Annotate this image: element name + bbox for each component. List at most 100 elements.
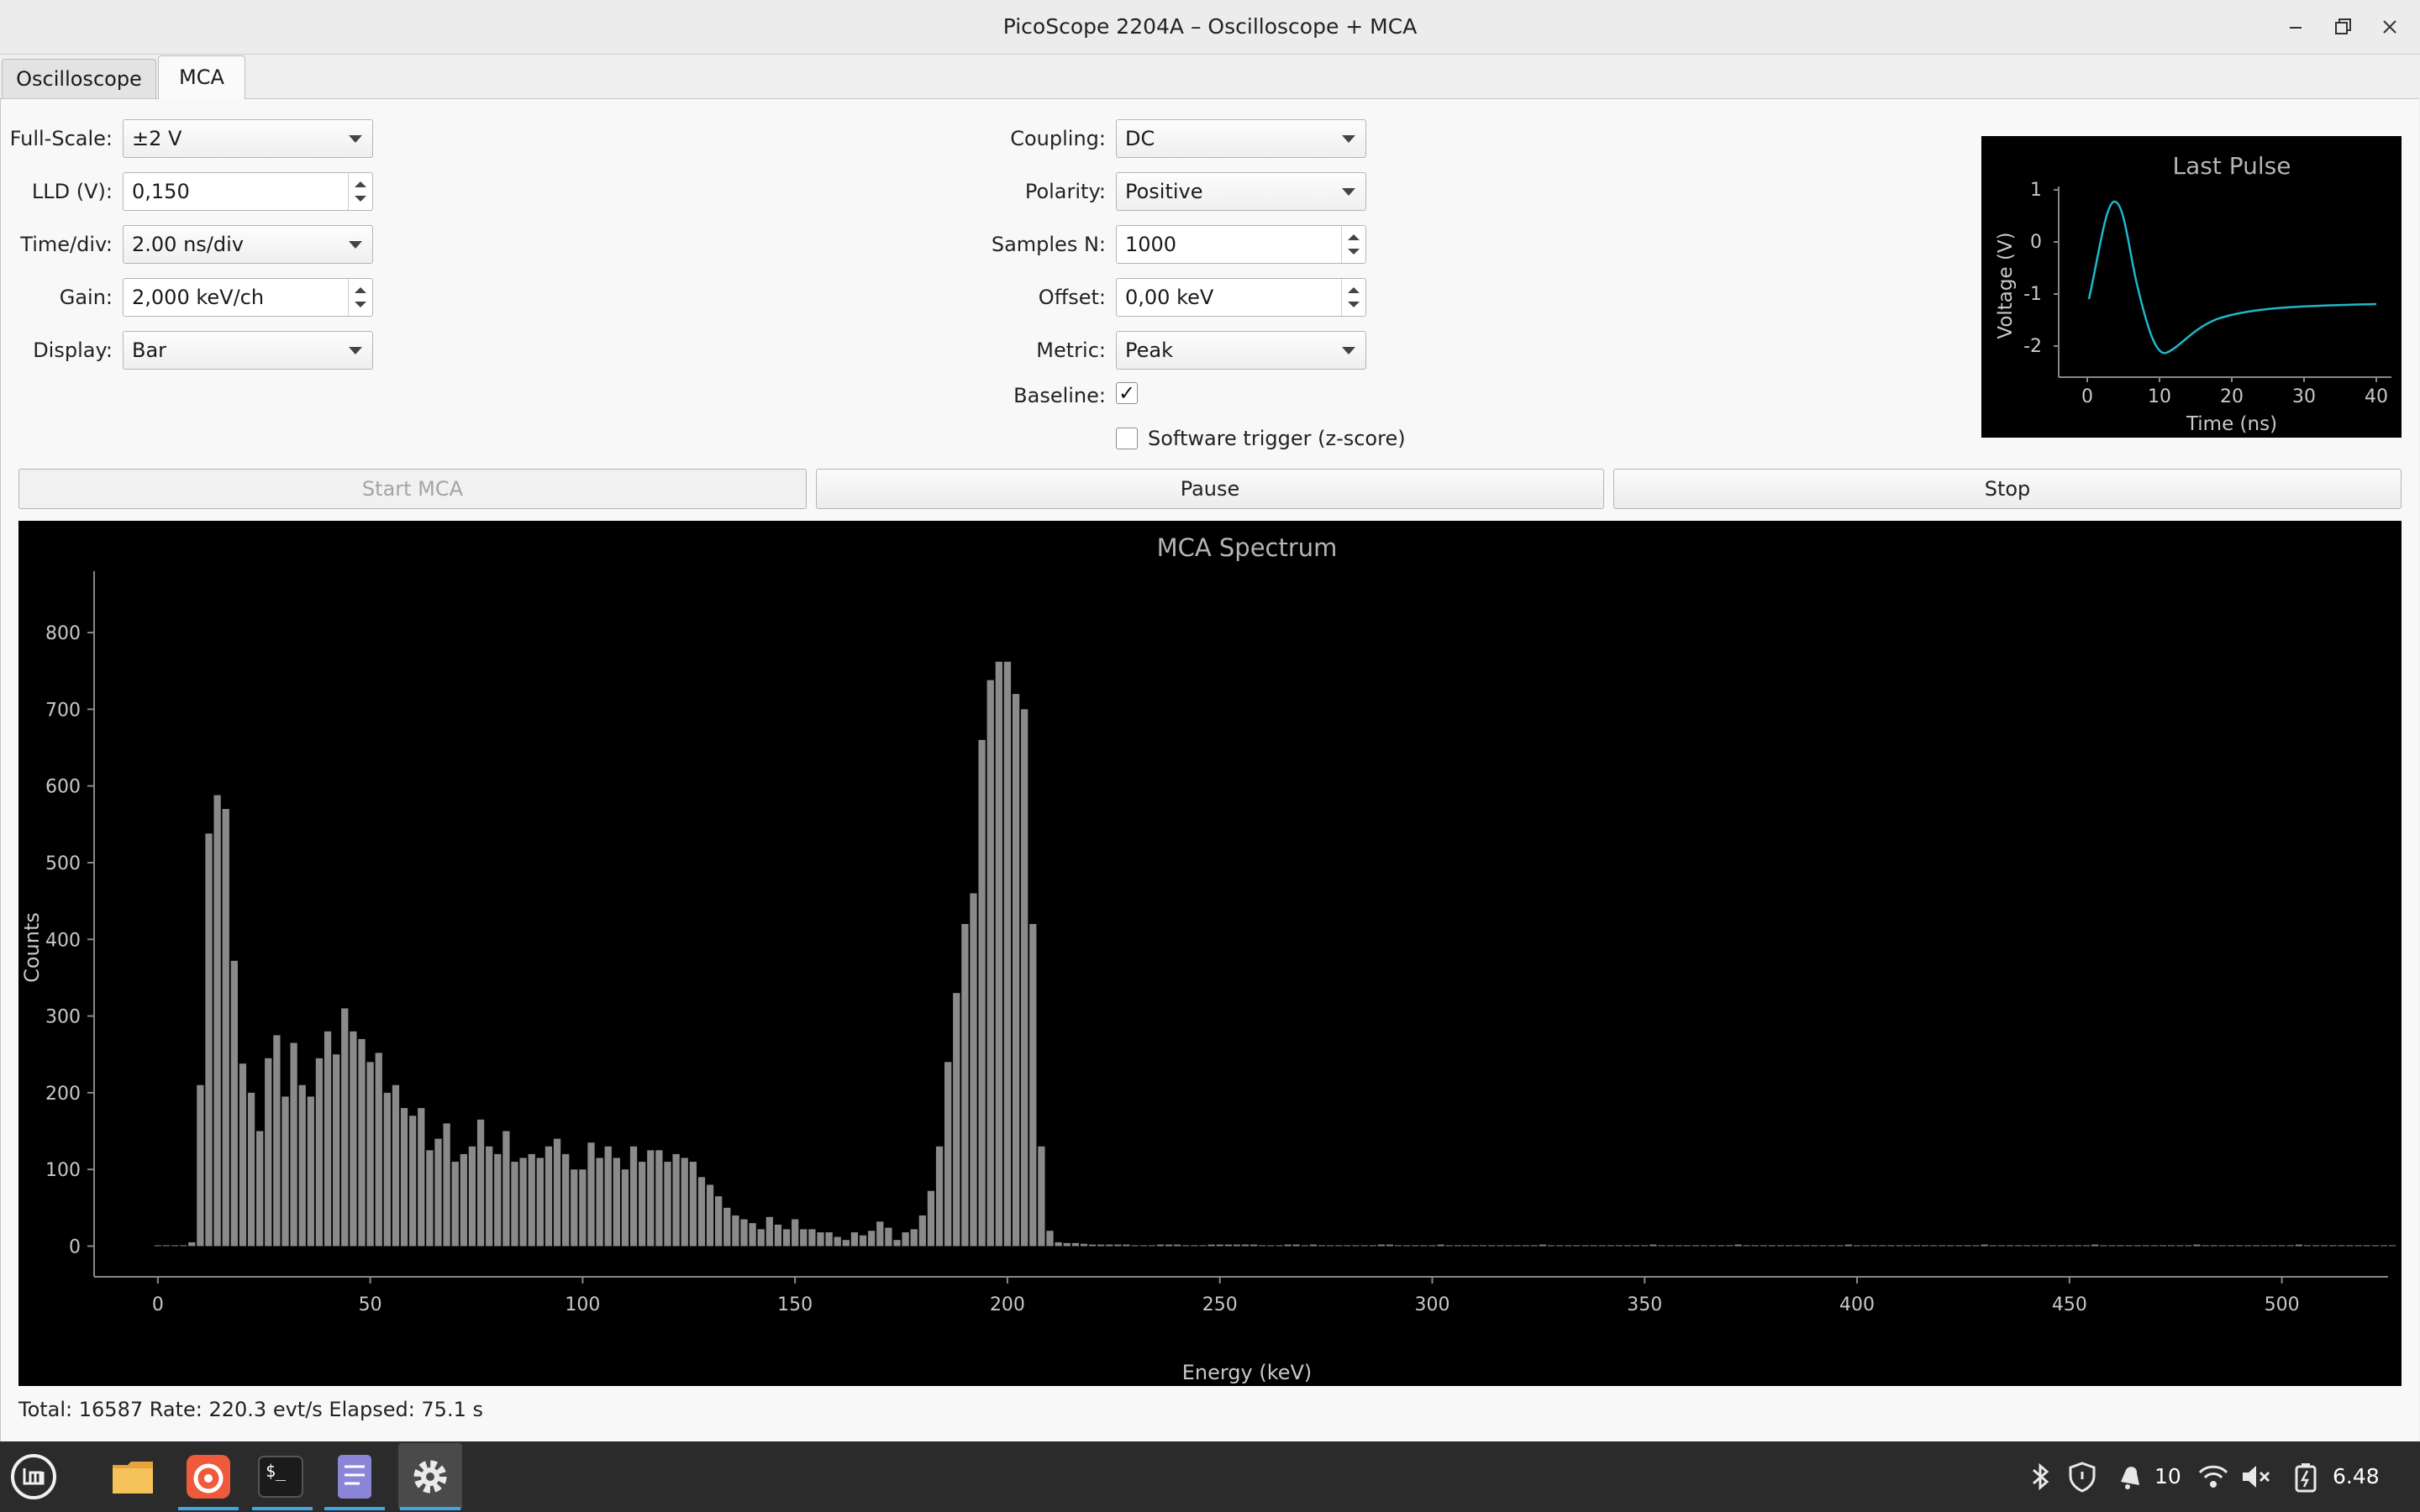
spin-up-icon[interactable]	[1348, 287, 1360, 293]
battery-icon[interactable]	[2289, 1460, 2323, 1494]
spectrum-bar	[2286, 1245, 2294, 1247]
browser-icon[interactable]	[185, 1453, 232, 1500]
wifi-icon[interactable]	[2196, 1460, 2230, 1494]
spectrum-bar	[2133, 1245, 2141, 1247]
spectrum-bar	[1904, 1245, 1912, 1247]
spectrum-bar	[2261, 1245, 2269, 1247]
spectrum-bar	[1470, 1245, 1479, 1247]
spectrum-bar	[1828, 1245, 1835, 1247]
y-tick-label: 300	[45, 1007, 81, 1028]
spectrum-bar	[1394, 1245, 1402, 1247]
polarity-select[interactable]: Positive	[1116, 172, 1366, 211]
x-tick-label: 50	[359, 1294, 382, 1315]
pulse-y-axis-label: Voltage (V)	[1995, 232, 2017, 339]
time-div-select[interactable]: 2.00 ns/div	[123, 225, 373, 264]
tab-oscilloscope[interactable]: Oscilloscope	[2, 59, 156, 99]
spectrum-bar	[1513, 1245, 1521, 1247]
software-trigger-checkbox[interactable]	[1116, 428, 1138, 449]
display-select[interactable]: Bar	[123, 331, 373, 370]
pulse-trace	[2087, 200, 2377, 354]
pulse-ytick-label: 1	[2030, 180, 2042, 201]
spectrum-bar	[2253, 1245, 2260, 1247]
pulse-xtick-label: 40	[2365, 386, 2388, 407]
spectrum-bar	[902, 1232, 909, 1247]
tab-mca[interactable]: MCA	[158, 55, 245, 99]
spin-up-icon[interactable]	[355, 181, 366, 187]
spectrum-bar	[1063, 1242, 1071, 1247]
gain-spinbox[interactable]: 2,000 keV/ch	[123, 278, 373, 317]
spin-down-icon[interactable]	[355, 196, 366, 202]
shield-icon[interactable]	[2065, 1460, 2099, 1494]
active-indicator	[252, 1507, 313, 1510]
stop-button[interactable]: Stop	[1613, 469, 2402, 509]
files-icon[interactable]	[109, 1453, 156, 1500]
spectrum-bar	[1191, 1245, 1198, 1247]
terminal-icon[interactable]: $_	[257, 1453, 304, 1500]
spin-buttons[interactable]	[348, 279, 372, 316]
spectrum-bar	[1428, 1245, 1436, 1247]
spectrum-bar	[1080, 1243, 1088, 1247]
full-scale-select[interactable]: ±2 V	[123, 119, 373, 158]
spectrum-bar	[2312, 1245, 2320, 1247]
close-icon[interactable]	[2376, 13, 2403, 40]
text-editor-icon[interactable]	[331, 1453, 378, 1500]
spin-up-icon[interactable]	[355, 287, 366, 293]
pulse-xtick-label: 0	[2081, 386, 2093, 407]
pause-button[interactable]: Pause	[816, 469, 1604, 509]
spin-down-icon[interactable]	[355, 302, 366, 307]
spectrum-bar	[383, 1092, 391, 1247]
spectrum-bar	[2235, 1245, 2244, 1247]
spectrum-bar	[2049, 1245, 2056, 1247]
spectrum-bar	[1870, 1245, 1878, 1247]
spin-up-icon[interactable]	[1348, 234, 1360, 240]
menu-icon[interactable]	[10, 1453, 57, 1500]
spin-down-icon[interactable]	[1348, 302, 1360, 307]
spectrum-bar	[1547, 1245, 1555, 1247]
start-mca-button[interactable]: Start MCA	[18, 469, 807, 509]
polarity-value: Positive	[1125, 180, 1203, 203]
spectrum-bar	[629, 1146, 638, 1247]
spectrum-bar	[910, 1229, 918, 1247]
spectrum-bar	[2074, 1245, 2082, 1247]
restore-icon[interactable]	[2329, 13, 2356, 40]
samples-spinbox[interactable]: 1000	[1116, 225, 1366, 264]
spectrum-bar	[1633, 1245, 1640, 1247]
samples-label: Samples N:	[991, 233, 1106, 256]
spectrum-bar	[1276, 1245, 1283, 1247]
spectrum-bar	[400, 1108, 408, 1247]
baseline-checkbox[interactable]: ✓	[1116, 382, 1138, 404]
settings-icon[interactable]	[407, 1453, 454, 1500]
metric-select[interactable]: Peak	[1116, 331, 1366, 370]
spin-buttons[interactable]	[348, 173, 372, 210]
spectrum-bar	[1939, 1245, 1946, 1247]
bluetooth-icon[interactable]	[2023, 1460, 2057, 1494]
offset-spinbox[interactable]: 0,00 keV	[1116, 278, 1366, 317]
spectrum-bar	[1776, 1245, 1785, 1247]
spin-buttons[interactable]	[1341, 279, 1365, 316]
spectrum-bar	[2321, 1245, 2328, 1247]
spectrum-bar	[375, 1053, 382, 1247]
spectrum-bar	[697, 1177, 706, 1247]
lld-spinbox[interactable]: 0,150	[123, 172, 373, 211]
spectrum-bar	[1309, 1244, 1318, 1247]
spin-buttons[interactable]	[1341, 226, 1365, 263]
y-tick-label: 0	[69, 1236, 81, 1257]
coupling-select[interactable]: DC	[1116, 119, 1366, 158]
polarity-label: Polarity:	[1024, 180, 1106, 203]
notification-icon[interactable]	[2114, 1460, 2148, 1494]
spin-down-icon[interactable]	[1348, 249, 1360, 255]
minimize-icon[interactable]	[2282, 13, 2309, 40]
spectrum-bar	[1912, 1245, 1920, 1247]
spectrum-bar	[1811, 1245, 1818, 1247]
spectrum-bar	[443, 1123, 450, 1247]
display-label: Display:	[33, 339, 113, 362]
spectrum-bar	[1216, 1244, 1223, 1247]
spectrum-bar	[2125, 1245, 2133, 1247]
x-tick-label: 0	[152, 1294, 164, 1315]
spectrum-bar	[1819, 1245, 1827, 1247]
spectrum-bar	[528, 1153, 535, 1247]
spectrum-bar	[2244, 1245, 2252, 1247]
clock: 6.48	[2333, 1464, 2380, 1488]
spectrum-bar	[2303, 1245, 2312, 1247]
volume-muted-icon[interactable]	[2238, 1460, 2272, 1494]
